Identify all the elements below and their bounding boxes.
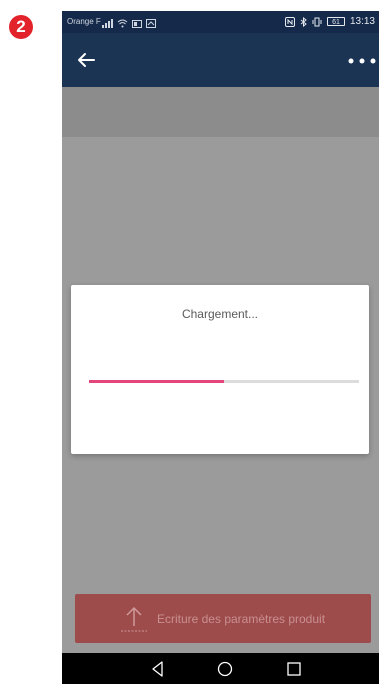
- write-parameters-button[interactable]: Ecriture des paramètres produit: [75, 594, 371, 643]
- app-bar: [62, 33, 379, 87]
- progress-bar-fill: [89, 380, 224, 383]
- status-bar: Orange F 61 13:13: [62, 11, 379, 33]
- nfc-icon: [284, 16, 295, 27]
- step-number-badge: 2: [9, 15, 33, 39]
- nav-back-icon[interactable]: [148, 659, 168, 679]
- write-parameters-label: Ecriture des paramètres produit: [156, 611, 326, 626]
- nav-home-icon[interactable]: [215, 659, 235, 679]
- progress-bar: [89, 380, 359, 383]
- loading-dialog: Chargement...: [71, 285, 369, 454]
- dialog-title: Chargement...: [181, 307, 259, 321]
- clock: 13:13: [349, 16, 375, 27]
- notification-icon: [146, 19, 156, 28]
- system-navigation-bar: [62, 653, 379, 684]
- upload-icon: [120, 606, 147, 631]
- wifi-icon: [117, 19, 128, 28]
- back-arrow-icon[interactable]: [72, 46, 100, 74]
- signal-icon: [102, 18, 113, 28]
- more-options-icon[interactable]: [345, 51, 379, 71]
- nav-recents-icon[interactable]: [284, 659, 304, 679]
- signal-wifi-icons: [102, 14, 156, 28]
- vibrate-icon: [312, 17, 322, 26]
- carrier-label: Orange F: [67, 17, 101, 26]
- phone-screen: Orange F 61 13:13 Chargement... Ecriture…: [62, 11, 379, 684]
- status-right-group: 61 13:13: [284, 16, 375, 27]
- header-scrim: [62, 87, 379, 137]
- battery-icon: 61: [326, 17, 345, 26]
- data-saver-icon: [132, 20, 142, 28]
- bluetooth-icon: [300, 16, 307, 27]
